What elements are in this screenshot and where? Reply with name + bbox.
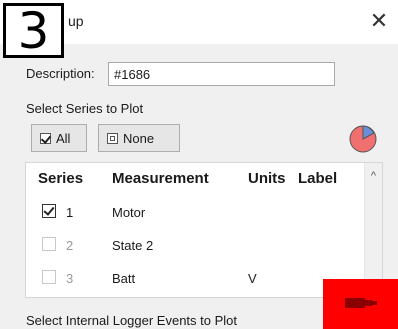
series-checkbox[interactable]	[42, 204, 56, 218]
column-header-units[interactable]: Units	[248, 170, 286, 187]
checkbox-empty-icon	[107, 132, 118, 144]
measurement-cell: Motor	[112, 205, 146, 220]
step-number-badge: 3	[3, 3, 64, 58]
series-checkbox[interactable]	[42, 270, 56, 284]
pie-chart-icon[interactable]	[348, 124, 378, 154]
measurement-cell: Batt	[112, 271, 136, 286]
close-button[interactable]: ✕	[366, 10, 392, 34]
series-number: 2	[66, 238, 74, 253]
column-header-label[interactable]: Label	[298, 170, 337, 187]
table-row[interactable]: 1 Motor	[26, 196, 366, 226]
close-icon: ✕	[369, 8, 389, 33]
series-checkbox[interactable]	[42, 237, 56, 251]
units-cell: V	[248, 271, 257, 286]
select-none-button[interactable]: None	[98, 124, 180, 152]
series-table: Series Measurement Units Label ^ 1 Motor…	[25, 162, 383, 298]
series-number: 3	[66, 271, 74, 286]
select-series-label: Select Series to Plot	[26, 101, 144, 116]
scroll-up-icon[interactable]: ^	[368, 171, 379, 182]
logger-device-block	[323, 279, 398, 329]
select-all-button[interactable]: All	[31, 124, 87, 152]
series-number: 1	[66, 205, 74, 220]
column-header-measurement[interactable]: Measurement	[112, 170, 209, 187]
table-row[interactable]: 2 State 2	[26, 229, 366, 259]
description-field[interactable]	[108, 62, 335, 86]
logger-device-icon	[345, 298, 377, 308]
select-none-label: None	[123, 130, 155, 146]
select-logger-events-label: Select Internal Logger Events to Plot	[26, 313, 238, 328]
window-title: up	[68, 13, 84, 29]
checkbox-checked-icon	[40, 132, 51, 144]
measurement-cell: State 2	[112, 238, 154, 253]
column-header-series[interactable]: Series	[38, 170, 83, 187]
select-all-label: All	[56, 130, 71, 146]
table-row[interactable]: 3 Batt V	[26, 262, 366, 292]
table-scrollbar[interactable]: ^	[364, 163, 382, 297]
description-label: Description:	[26, 66, 95, 81]
